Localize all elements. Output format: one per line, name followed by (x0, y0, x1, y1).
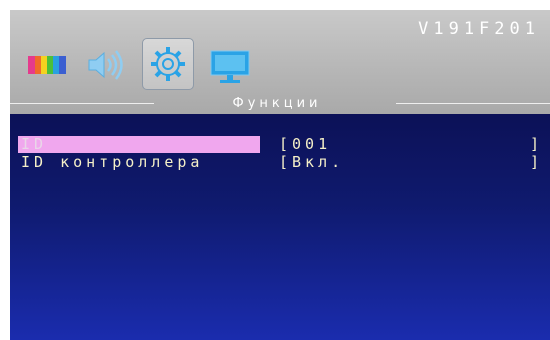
gear-icon (151, 47, 185, 81)
osd-header: V191F201 Функции (10, 10, 550, 114)
section-title: Функции (232, 96, 322, 111)
menu-item-label: ID (18, 136, 260, 153)
tab-color[interactable] (25, 43, 73, 87)
tab-setup[interactable] (142, 38, 194, 90)
menu-item-label: ID контроллера (21, 153, 204, 171)
color-bars-icon (28, 56, 66, 74)
menu-item-value: [001 (279, 135, 332, 153)
osd-screen: V191F201 Функции ID [001] ID контроллер… (10, 10, 550, 340)
menu-item-value: [Вкл. (279, 153, 345, 171)
title-divider-left (10, 103, 154, 104)
tab-audio[interactable] (83, 43, 131, 87)
tab-display[interactable] (206, 43, 254, 87)
menu-item-bracket: ] (529, 153, 543, 171)
menu-item-bracket: ] (529, 135, 543, 153)
menu-item-id[interactable]: ID [001 ] (18, 136, 543, 154)
menu-panel: ID [001 ] ID контроллера [Вкл. ] (10, 114, 550, 340)
speaker-icon (88, 50, 123, 80)
menu-item-controller-id[interactable]: ID контроллера [Вкл. ] (18, 154, 543, 172)
model-number: V191F201 (418, 19, 540, 39)
title-divider-right (396, 103, 550, 104)
monitor-icon (210, 50, 250, 83)
